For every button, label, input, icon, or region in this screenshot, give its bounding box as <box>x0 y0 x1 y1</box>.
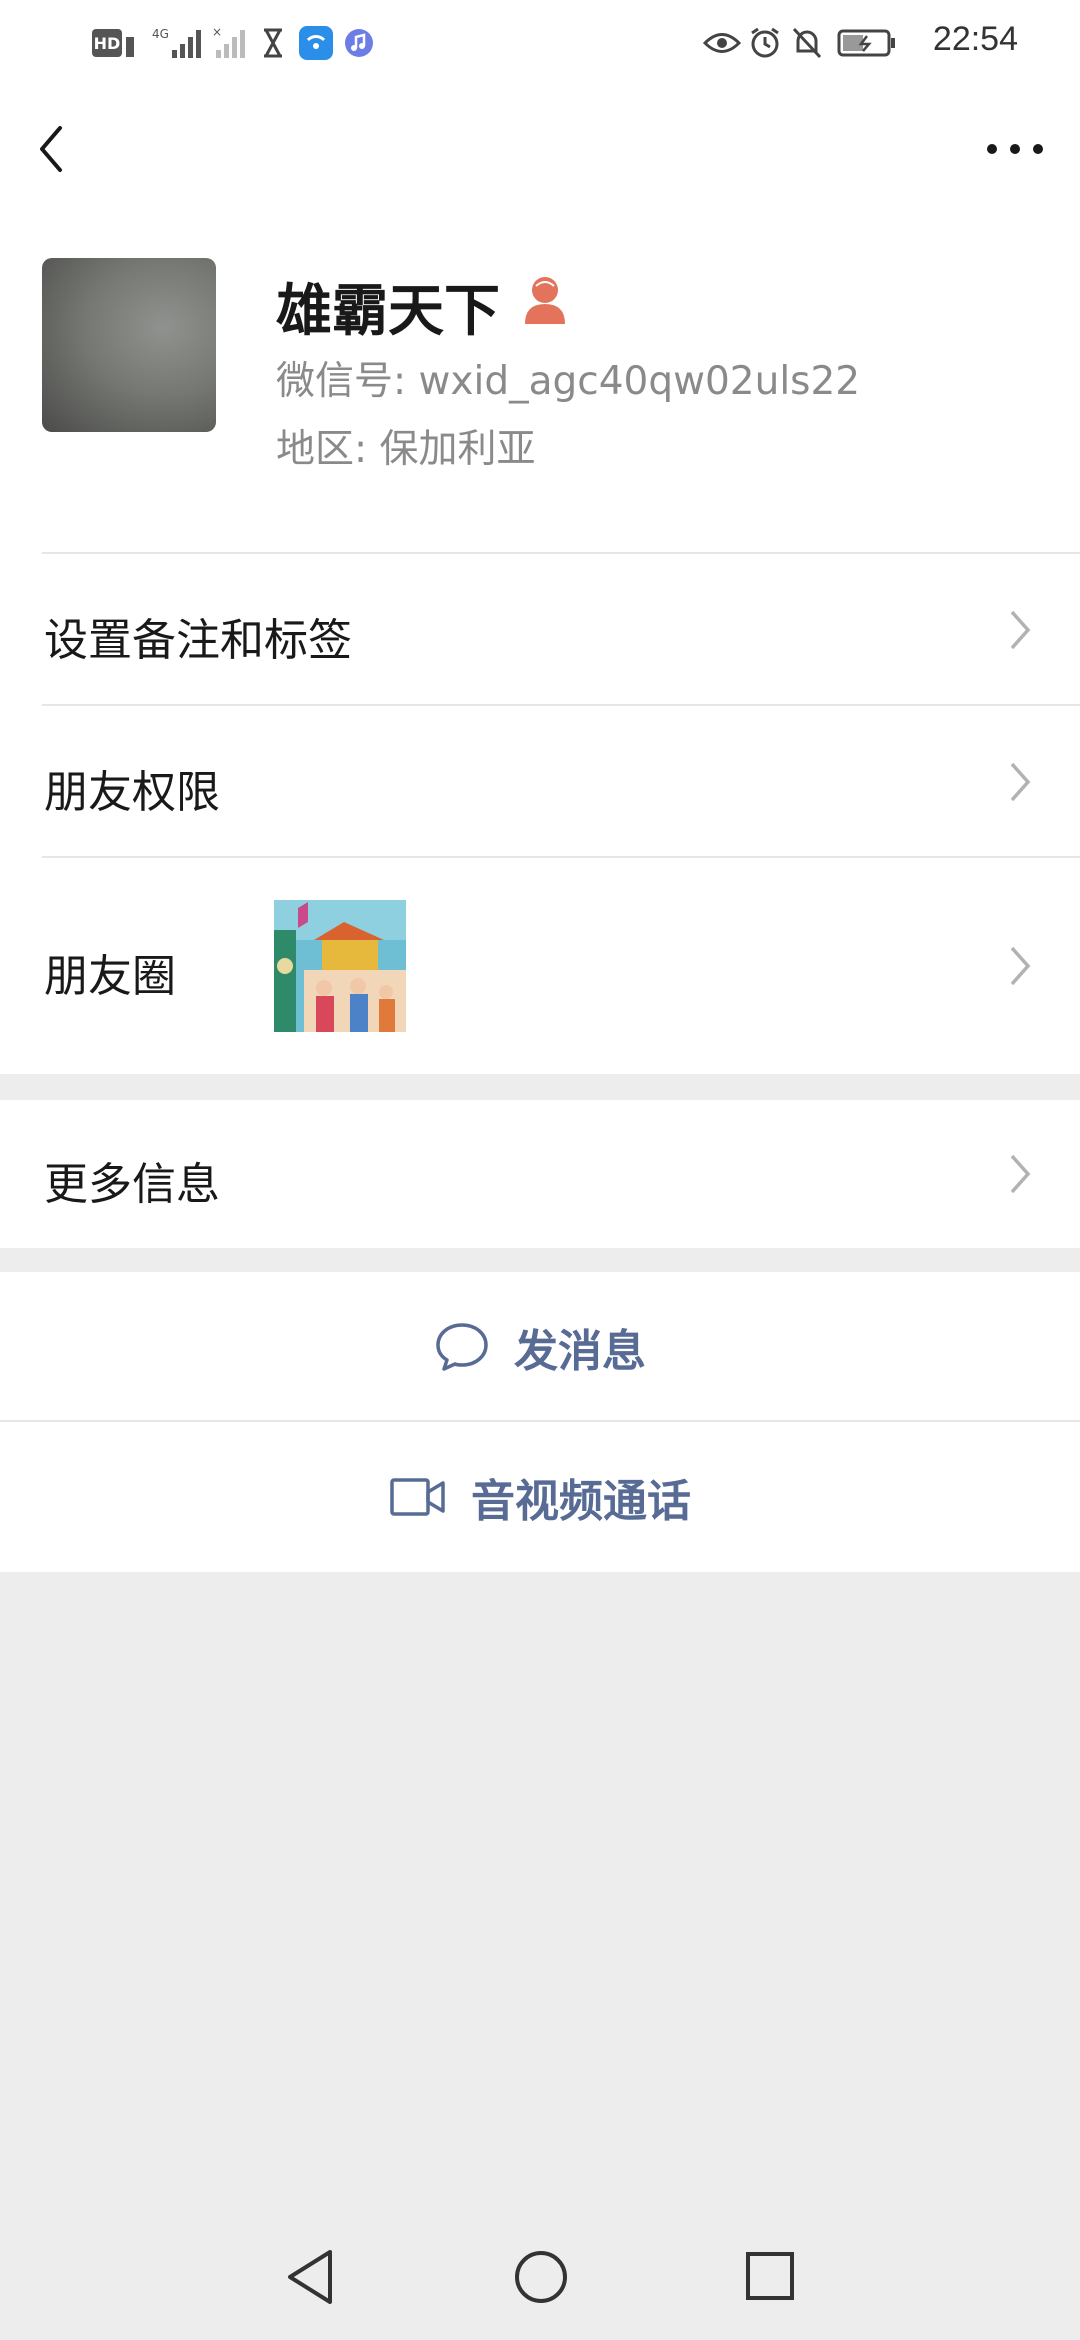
hd-icon: HD <box>92 26 136 60</box>
row-label: 朋友权限 <box>44 767 220 818</box>
moments-thumbnail <box>274 900 406 1032</box>
chevron-right-icon <box>1010 946 1031 986</box>
row-more-info[interactable]: 更多信息 <box>0 1100 1080 1248</box>
svg-text:×: × <box>212 26 222 39</box>
nav-bar <box>0 86 1080 214</box>
row-label: 更多信息 <box>44 1159 220 1210</box>
nav-recents-button[interactable] <box>744 2250 796 2302</box>
region: 地区: 保加利亚 <box>276 427 536 472</box>
battery-icon <box>836 26 898 60</box>
video-camera-icon <box>390 1478 445 1516</box>
square-recents-icon <box>746 2252 794 2300</box>
svg-text:HD: HD <box>94 34 121 53</box>
music-app-icon <box>342 26 376 60</box>
video-call-label: 音视频通话 <box>471 1476 691 1527</box>
circle-home-icon <box>515 2251 567 2303</box>
row-remark-tags[interactable]: 设置备注和标签 <box>0 554 1080 706</box>
row-label: 设置备注和标签 <box>44 615 352 666</box>
nav-home-button[interactable] <box>514 2250 568 2304</box>
profile-header: 雄霸天下 微信号: wxid_agc40qw02uls22 地区: 保加利亚 <box>0 214 1080 554</box>
wechat-id: 微信号: wxid_agc40qw02uls22 <box>276 359 861 404</box>
chevron-right-icon <box>1010 1154 1031 1194</box>
row-label: 朋友圈 <box>44 951 176 1002</box>
svg-text:4G: 4G <box>152 27 169 41</box>
nav-back-button[interactable] <box>284 2248 338 2306</box>
chevron-right-icon <box>1010 610 1031 650</box>
signal-4g-icon: 4G <box>150 26 206 60</box>
female-icon <box>525 277 565 324</box>
triangle-back-icon <box>288 2250 332 2304</box>
send-message-label: 发消息 <box>514 1326 646 1377</box>
row-friend-permissions[interactable]: 朋友权限 <box>0 706 1080 858</box>
contact-name: 雄霸天下 <box>276 279 500 344</box>
mute-icon <box>790 26 824 60</box>
status-time: 22:54 <box>932 20 1018 58</box>
alarm-icon <box>748 26 782 60</box>
hourglass-icon <box>258 26 288 60</box>
chevron-left-icon <box>40 126 62 172</box>
video-call-button[interactable]: 音视频通话 <box>0 1422 1080 1572</box>
more-button[interactable] <box>980 124 1050 174</box>
status-bar: HD 4G × 22:54 <box>0 0 1080 86</box>
system-navigation-bar <box>0 2220 1080 2340</box>
back-button[interactable] <box>30 124 80 174</box>
eye-icon <box>702 26 742 60</box>
signal-empty-icon: × <box>210 26 250 60</box>
row-moments[interactable]: 朋友圈 <box>0 858 1080 1074</box>
chevron-right-icon <box>1010 762 1031 802</box>
chat-bubble-icon <box>436 1323 488 1371</box>
send-message-button[interactable]: 发消息 <box>0 1272 1080 1422</box>
ellipsis-icon <box>987 144 1043 154</box>
avatar[interactable] <box>42 258 216 432</box>
wifi-app-icon <box>298 26 334 60</box>
